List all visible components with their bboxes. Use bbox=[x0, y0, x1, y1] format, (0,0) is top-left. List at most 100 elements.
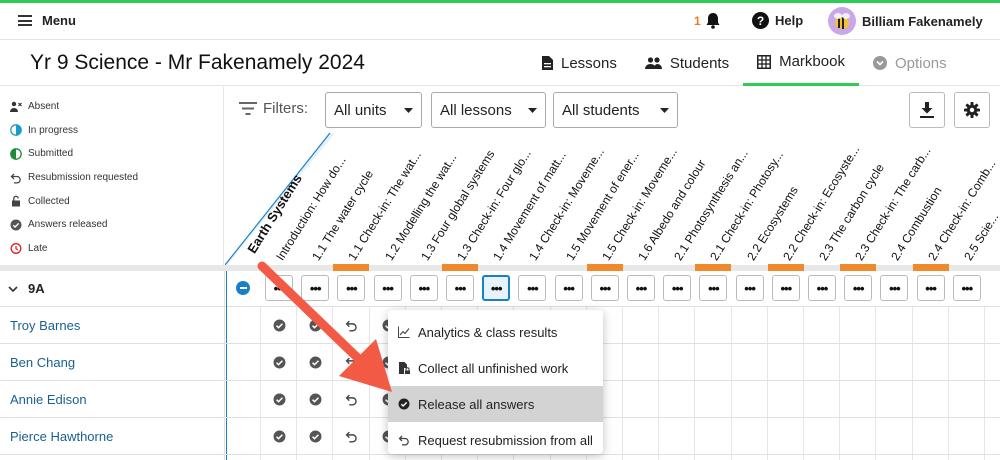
column-header[interactable]: 2.5 Scie... bbox=[961, 210, 1000, 263]
tab-options[interactable]: Options bbox=[859, 40, 961, 86]
half-circle-green-icon bbox=[10, 148, 22, 160]
legend-label: Collected bbox=[28, 195, 70, 207]
tab-students-label: Students bbox=[669, 54, 730, 72]
menu-item-label: Release all answers bbox=[418, 396, 535, 412]
column-actions-button[interactable]: ••• bbox=[844, 275, 873, 301]
column-actions-button[interactable]: ••• bbox=[735, 275, 764, 301]
check-circle-icon bbox=[398, 398, 410, 410]
units-select-value: All units bbox=[334, 101, 387, 119]
check-circle-icon[interactable] bbox=[309, 430, 322, 443]
column-context-menu: Analytics & class results Collect all un… bbox=[388, 310, 603, 454]
legend-item-collected: Collected bbox=[10, 189, 223, 213]
top-bar: Menu 1 ? Help Billiam Fakenamely bbox=[0, 0, 1000, 40]
column-actions-button[interactable]: ••• bbox=[880, 275, 909, 301]
legend-label: Resubmission requested bbox=[28, 172, 139, 184]
legend-label: Absent bbox=[28, 101, 60, 113]
column-actions-button[interactable]: ••• bbox=[590, 275, 619, 301]
check-circle-icon[interactable] bbox=[273, 430, 286, 443]
student-name[interactable]: Annie Edison bbox=[10, 392, 87, 407]
student-name[interactable]: Ben Chang bbox=[10, 355, 75, 370]
legend-item-late: Late bbox=[10, 237, 223, 261]
column-actions-button[interactable]: ••• bbox=[916, 275, 945, 301]
check-circle-icon[interactable] bbox=[309, 393, 322, 406]
column-flag-bar bbox=[912, 264, 949, 271]
column-flag-bar bbox=[840, 264, 877, 271]
column-header[interactable]: 2.3 The carbon cycle bbox=[816, 161, 887, 263]
legend-item-submitted: Submitted bbox=[10, 142, 223, 166]
column-actions-button[interactable]: ••• bbox=[808, 275, 836, 301]
chart-icon bbox=[398, 326, 410, 338]
students-select[interactable]: All students bbox=[553, 92, 678, 128]
column-flag-bar bbox=[586, 264, 623, 271]
column-header[interactable]: 1.6 Albedo and colour bbox=[635, 157, 708, 263]
column-actions-button[interactable]: ••• bbox=[771, 275, 800, 301]
column-actions-button[interactable]: ••• bbox=[663, 275, 692, 301]
help-button[interactable]: ? Help bbox=[752, 12, 803, 29]
collapse-unit-button[interactable] bbox=[236, 281, 250, 295]
column-actions-button[interactable]: ••• bbox=[482, 275, 511, 301]
notifications-button[interactable]: 1 bbox=[694, 12, 721, 29]
menu-button[interactable]: Menu bbox=[18, 13, 76, 28]
check-circle-icon bbox=[10, 219, 22, 231]
tab-lessons[interactable]: Lessons bbox=[528, 40, 631, 86]
legend-item-in-progress: In progress bbox=[10, 119, 223, 143]
column-actions-button[interactable]: ••• bbox=[554, 275, 583, 301]
column-flag-bar bbox=[442, 264, 478, 271]
menu-item-label: Request resubmission from all bbox=[418, 432, 593, 448]
menu-item-collect[interactable]: Collect all unfinished work bbox=[388, 350, 603, 386]
absent-icon bbox=[10, 101, 22, 112]
column-actions-button[interactable]: ••• bbox=[627, 275, 655, 301]
column-actions-button[interactable]: ••• bbox=[409, 275, 438, 301]
caret-down-icon bbox=[528, 107, 537, 113]
undo-icon[interactable] bbox=[345, 319, 358, 332]
column-actions-button[interactable]: ••• bbox=[373, 275, 402, 301]
column-flag-bar bbox=[767, 264, 804, 271]
column-actions-button[interactable]: ••• bbox=[699, 275, 728, 301]
student-name[interactable]: Troy Barnes bbox=[10, 318, 80, 333]
undo-icon[interactable] bbox=[345, 356, 358, 369]
legend-item-answers-released: Answers released bbox=[10, 213, 223, 237]
column-actions-button[interactable]: ••• bbox=[518, 275, 547, 301]
filters-label: Filters: bbox=[239, 100, 308, 117]
user-menu[interactable]: Billiam Fakenamely bbox=[828, 7, 983, 35]
group-toggle[interactable]: 9A bbox=[8, 281, 45, 296]
chevron-down-icon bbox=[8, 285, 18, 292]
column-header[interactable]: 2.4 Check-in: Comb... bbox=[925, 157, 998, 263]
caret-down-icon bbox=[660, 107, 669, 113]
column-actions-button[interactable]: ••• bbox=[301, 275, 330, 301]
check-circle-icon[interactable] bbox=[273, 356, 286, 369]
menu-item-request-resubmission[interactable]: Request resubmission from all bbox=[388, 422, 603, 458]
column-headers: Earth Systems Introduction: How do... 1.1… bbox=[225, 133, 1000, 265]
notification-count: 1 bbox=[694, 13, 701, 28]
legend-label: Answers released bbox=[28, 219, 108, 231]
legend-label: In progress bbox=[28, 124, 79, 136]
column-actions-button[interactable]: ••• bbox=[337, 275, 366, 301]
column-actions-button[interactable]: ••• bbox=[446, 275, 474, 301]
settings-button[interactable] bbox=[954, 92, 990, 128]
column-actions-button[interactable]: ••• bbox=[952, 275, 981, 301]
menu-item-release-answers[interactable]: Release all answers bbox=[388, 386, 603, 422]
gear-icon bbox=[964, 102, 980, 118]
column-actions-button[interactable]: ••• bbox=[265, 275, 293, 301]
menu-item-analytics[interactable]: Analytics & class results bbox=[388, 314, 603, 350]
tab-markbook-label: Markbook bbox=[779, 53, 845, 70]
filter-bar: Filters: All units All lessons All stude… bbox=[225, 87, 1000, 133]
tab-students[interactable]: Students bbox=[631, 40, 743, 86]
students-select-value: All students bbox=[562, 101, 640, 119]
undo-icon[interactable] bbox=[345, 393, 358, 406]
units-select[interactable]: All units bbox=[325, 92, 422, 128]
help-label: Help bbox=[775, 13, 804, 28]
check-circle-icon[interactable] bbox=[273, 319, 286, 332]
check-circle-icon[interactable] bbox=[273, 393, 286, 406]
download-button[interactable] bbox=[909, 92, 945, 128]
column-flag-bar bbox=[695, 264, 732, 271]
chevron-circle-icon bbox=[872, 56, 887, 70]
check-circle-icon[interactable] bbox=[309, 356, 322, 369]
filter-icon bbox=[239, 102, 257, 115]
undo-icon[interactable] bbox=[345, 430, 358, 443]
student-name[interactable]: Pierce Hawthorne bbox=[10, 429, 113, 444]
check-circle-icon[interactable] bbox=[309, 319, 322, 332]
tab-markbook[interactable]: Markbook bbox=[743, 40, 859, 86]
lessons-select[interactable]: All lessons bbox=[431, 92, 546, 128]
download-icon bbox=[920, 102, 934, 118]
